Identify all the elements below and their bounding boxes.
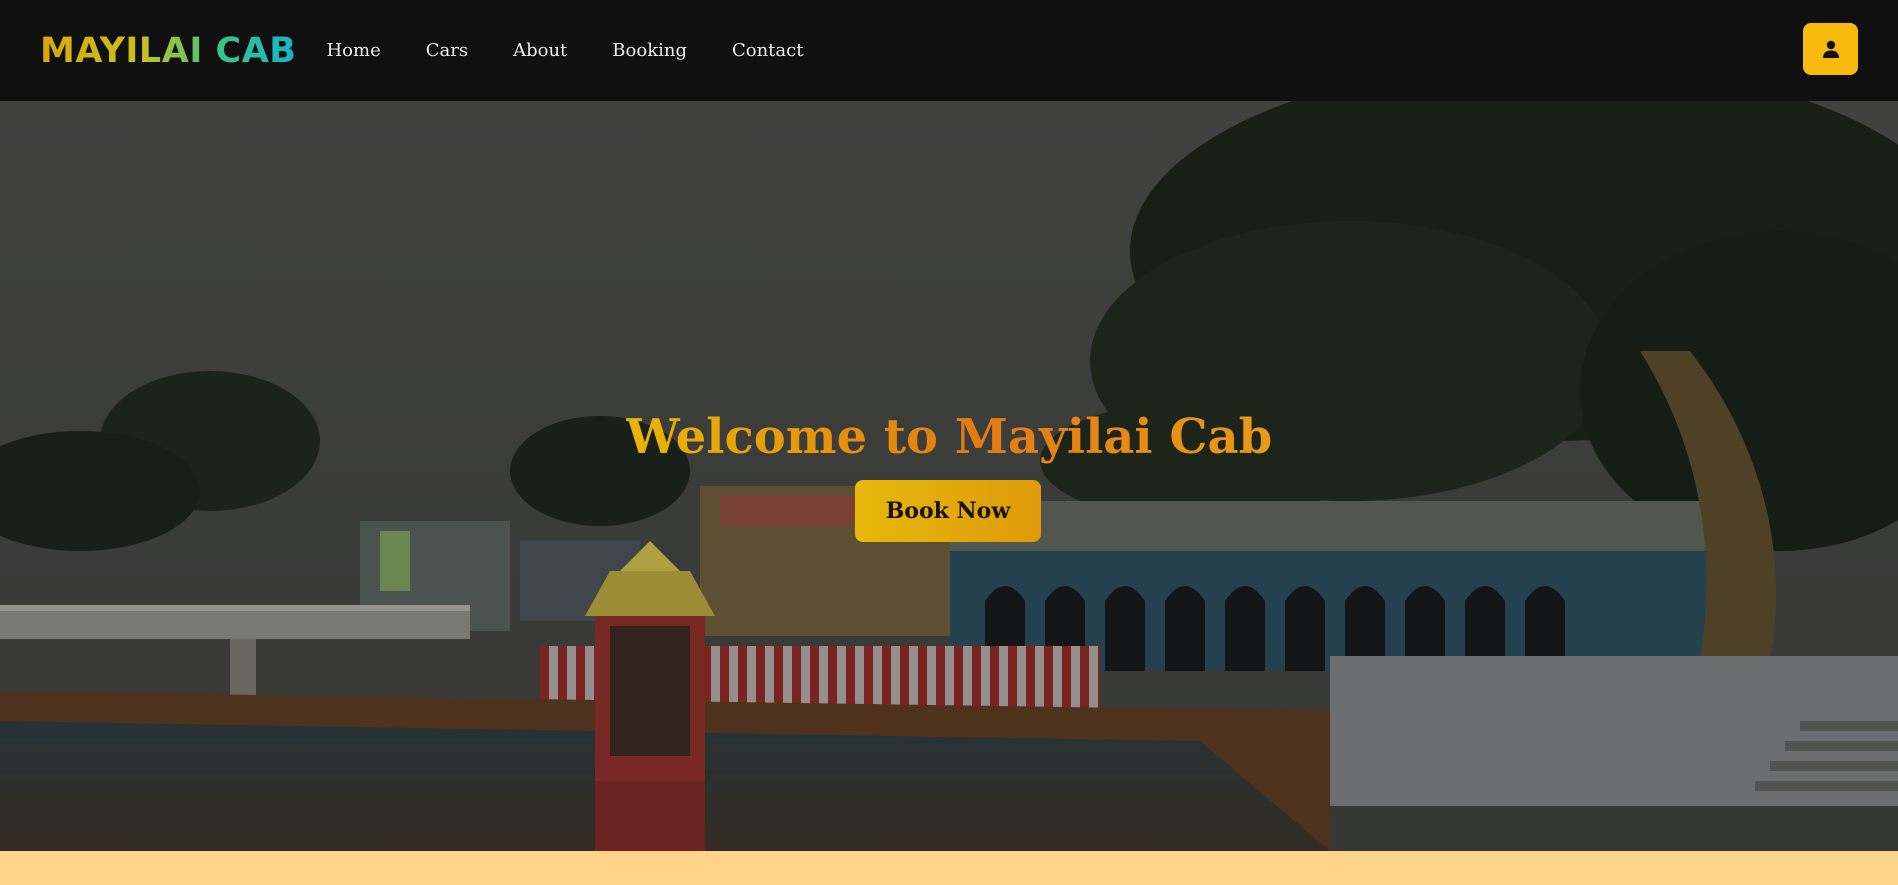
user-icon <box>1822 40 1839 58</box>
book-now-button[interactable]: Book Now <box>855 480 1041 542</box>
nav-link-cars[interactable]: Cars <box>426 40 468 61</box>
nav-link-home[interactable]: Home <box>326 40 380 61</box>
brand-logo[interactable]: MAYILAI CAB <box>40 31 296 71</box>
hero-title-text: Welcome to Mayilai Cab <box>625 409 1273 465</box>
next-section-strip <box>0 851 1898 885</box>
nav-link-contact[interactable]: Contact <box>732 40 803 61</box>
hero-title: Welcome to Mayilai Cab <box>0 409 1898 465</box>
nav-link-booking[interactable]: Booking <box>612 40 687 61</box>
hero-background-image <box>0 101 1898 851</box>
nav-links: Home Cars About Booking Contact <box>326 40 848 61</box>
user-account-button[interactable] <box>1803 23 1858 75</box>
navbar: MAYILAI CAB Home Cars About Booking Cont… <box>0 0 1898 101</box>
nav-link-about[interactable]: About <box>513 40 567 61</box>
hero-section: Welcome to Mayilai Cab Book Now <box>0 101 1898 851</box>
